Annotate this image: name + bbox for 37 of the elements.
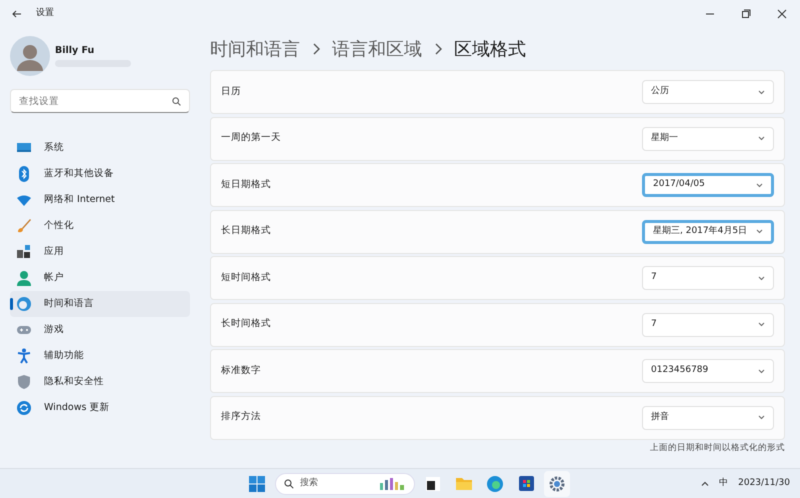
taskbar-search[interactable]: 搜索 bbox=[275, 472, 415, 494]
dropdown[interactable]: 2017/04/05 bbox=[642, 173, 774, 197]
sidebar-item[interactable]: 应用 bbox=[10, 239, 190, 265]
sidebar-item[interactable]: Windows 更新 bbox=[10, 395, 190, 421]
setting-label: 日历 bbox=[221, 84, 241, 99]
sidebar-item[interactable]: 个性化 bbox=[10, 213, 190, 239]
setting-label: 标准数字 bbox=[221, 364, 261, 378]
sidebar-item[interactable]: 网络和 Internet bbox=[10, 187, 190, 213]
dropdown[interactable]: 公历 bbox=[642, 80, 774, 104]
breadcrumb-link[interactable]: 语言和区域 bbox=[332, 36, 422, 62]
page-title: 区域格式 bbox=[454, 38, 526, 62]
sidebar-item[interactable]: 辅助功能 bbox=[10, 343, 190, 369]
input-method-indicator[interactable]: 中 bbox=[719, 476, 728, 490]
setting-label: 一周的第一天 bbox=[221, 131, 281, 146]
sidebar-item[interactable]: 系统 bbox=[10, 135, 190, 161]
sidebar-item[interactable]: 帐户 bbox=[10, 265, 190, 291]
dropdown[interactable]: 7 bbox=[642, 312, 774, 336]
search-field[interactable]: 查找设置 bbox=[10, 89, 190, 113]
footnote-text: 上面的日期和时间以格式化的形式 bbox=[650, 442, 785, 455]
dropdown[interactable]: 7 bbox=[642, 266, 774, 290]
dropdown[interactable]: 星期三, 2017年4月5日 bbox=[642, 220, 774, 244]
dropdown[interactable]: 拼音 bbox=[642, 406, 774, 430]
setting-label: 长时间格式 bbox=[221, 317, 271, 332]
sidebar-item[interactable]: 游戏 bbox=[10, 317, 190, 343]
date-text: 2023/11/30 bbox=[738, 476, 790, 490]
sidebar-item[interactable]: 时间和语言 bbox=[10, 291, 190, 317]
sidebar-item[interactable]: 隐私和安全性 bbox=[10, 369, 190, 395]
dropdown[interactable]: 星期一 bbox=[642, 126, 774, 150]
breadcrumb-link[interactable]: 时间和语言 bbox=[210, 36, 300, 62]
setting-label: 短日期格式 bbox=[221, 178, 271, 192]
user-name: Billy Fu bbox=[55, 44, 96, 58]
window-title: 设置 bbox=[36, 7, 54, 20]
setting-label: 排序方法 bbox=[221, 410, 261, 424]
sidebar-item[interactable]: 蓝牙和其他设备 bbox=[10, 161, 190, 187]
setting-label: 长日期格式 bbox=[221, 224, 271, 238]
dropdown[interactable]: 0123456789 bbox=[642, 359, 774, 383]
setting-label: 短时间格式 bbox=[221, 270, 271, 285]
